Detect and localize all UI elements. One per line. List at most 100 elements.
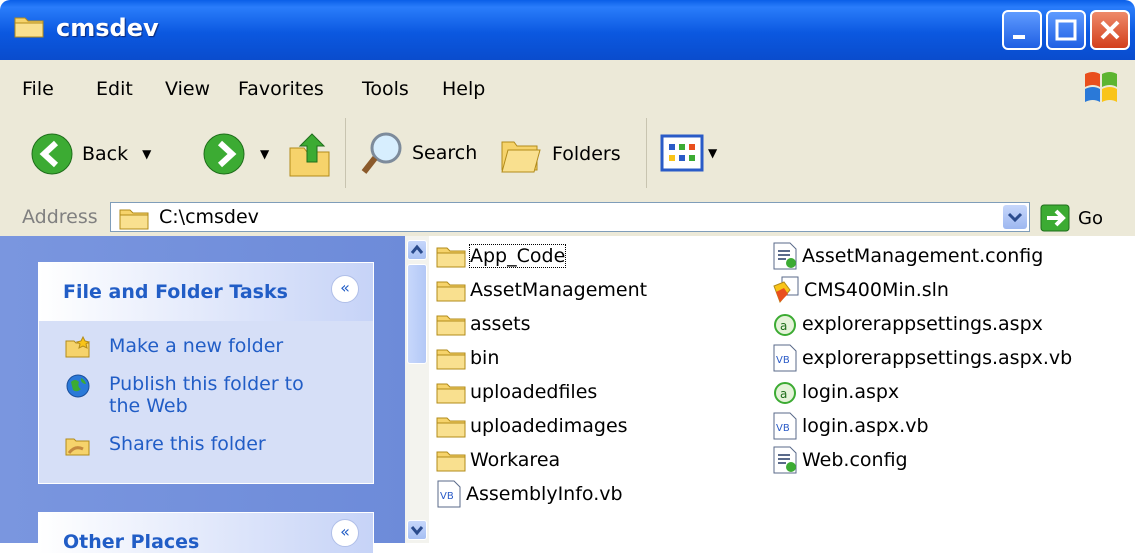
address-path: C:\cmsdev (159, 206, 259, 228)
list-item[interactable]: AssetManagement.config (772, 242, 1043, 270)
file-name: AssemblyInfo.vb (466, 483, 623, 505)
chevron-down-icon (1007, 212, 1023, 223)
task-make-new-folder[interactable]: Make a new folder (65, 335, 283, 359)
menu-bar: File Edit View Favorites Tools Help (0, 60, 1135, 111)
file-name: Workarea (470, 449, 561, 471)
folders-button[interactable]: Folders (498, 132, 621, 176)
panel-header[interactable]: Other Places « (39, 513, 373, 553)
other-places-panel: Other Places « (38, 512, 374, 553)
list-item[interactable]: uploadedimages (436, 412, 628, 440)
menu-edit[interactable]: Edit (96, 78, 133, 100)
folder-icon (119, 209, 149, 230)
svg-text:VB: VB (440, 491, 454, 502)
task-publish-folder[interactable]: Publish this folder to the Web (65, 373, 329, 417)
file-name: App_Code (468, 244, 567, 268)
scroll-thumb[interactable] (407, 264, 427, 364)
address-input[interactable]: C:\cmsdev (110, 202, 1030, 232)
windows-logo-icon (1081, 66, 1121, 106)
globe-icon (66, 374, 90, 398)
panel-title: File and Folder Tasks (63, 281, 288, 303)
up-folder-icon (289, 133, 330, 177)
back-dropdown-icon[interactable]: ▼ (142, 147, 151, 161)
list-item[interactable]: bin (436, 344, 499, 372)
file-name: login.aspx (802, 381, 900, 403)
menu-view[interactable]: View (165, 78, 210, 100)
folders-icon (501, 141, 541, 173)
task-label: Share this folder (109, 433, 266, 455)
list-item[interactable]: Web.config (772, 446, 908, 474)
maximize-button[interactable] (1046, 10, 1086, 50)
folder-icon (436, 417, 466, 438)
aspx-file-icon: a (774, 314, 796, 336)
views-button[interactable]: ▼ (660, 134, 717, 172)
folder-icon (436, 247, 466, 268)
chevron-down-icon (410, 526, 424, 536)
folder-icon (436, 451, 466, 472)
title-bar: cmsdev (0, 0, 1135, 60)
vb-file-icon: VB (773, 344, 797, 372)
panel-title: Other Places (63, 531, 200, 553)
go-arrow-icon (1040, 204, 1070, 232)
folders-label: Folders (552, 143, 621, 165)
minimize-button[interactable] (1002, 10, 1042, 50)
file-name: uploadedfiles (470, 381, 598, 403)
list-item[interactable]: a login.aspx (772, 378, 899, 406)
toolbar: Back ▼ ▼ Search Folders ▼ (0, 110, 1135, 201)
folder-icon (436, 281, 466, 302)
address-bar: Address C:\cmsdev Go (0, 200, 1135, 236)
list-item[interactable]: a explorerappsettings.aspx (772, 310, 1043, 338)
search-label: Search (412, 142, 478, 164)
folder-icon (436, 349, 466, 370)
svg-text:VB: VB (776, 355, 790, 366)
vertical-scrollbar[interactable] (405, 236, 429, 543)
file-name: explorerappsettings.aspx.vb (802, 347, 1073, 369)
list-item[interactable]: VB AssemblyInfo.vb (436, 480, 623, 508)
menu-file[interactable]: File (22, 78, 54, 100)
go-button[interactable]: Go (1040, 204, 1103, 232)
panel-header[interactable]: File and Folder Tasks « (39, 263, 373, 321)
back-button[interactable]: Back ▼ (30, 132, 151, 176)
menu-favorites[interactable]: Favorites (238, 78, 324, 100)
list-item[interactable]: AssetManagement (436, 276, 647, 304)
menu-help[interactable]: Help (442, 78, 485, 100)
list-item[interactable]: VB login.aspx.vb (772, 412, 929, 440)
share-folder-icon (65, 438, 90, 456)
file-name: explorerappsettings.aspx (802, 313, 1043, 335)
collapse-icon[interactable]: « (331, 275, 359, 303)
file-name: bin (470, 347, 500, 369)
list-item[interactable]: assets (436, 310, 530, 338)
close-button[interactable] (1090, 10, 1130, 50)
file-name: AssetManagement (470, 279, 648, 301)
menu-tools[interactable]: Tools (362, 78, 409, 100)
forward-button[interactable]: ▼ (202, 132, 269, 176)
address-dropdown-button[interactable] (1003, 205, 1027, 229)
up-folder-button[interactable] (288, 130, 332, 178)
file-name: CMS400Min.sln (804, 279, 949, 301)
back-label: Back (82, 143, 129, 165)
list-item[interactable]: VB explorerappsettings.aspx.vb (772, 344, 1072, 372)
back-arrow-icon (31, 133, 73, 175)
go-label: Go (1078, 207, 1103, 229)
scroll-down-button[interactable] (407, 520, 427, 540)
chevron-up-icon (410, 244, 424, 254)
window-title: cmsdev (56, 14, 159, 42)
aspx-file-icon: a (774, 382, 796, 404)
file-name: login.aspx.vb (802, 415, 929, 437)
views-dropdown-icon[interactable]: ▼ (708, 146, 717, 160)
list-item[interactable]: Workarea (436, 446, 560, 474)
list-item[interactable]: uploadedfiles (436, 378, 597, 406)
scroll-up-button[interactable] (407, 240, 427, 260)
config-file-icon (773, 242, 797, 270)
task-pane: File and Folder Tasks « Make a new folde… (0, 236, 405, 553)
task-share-folder[interactable]: Share this folder (65, 433, 266, 457)
search-button[interactable]: Search (360, 130, 477, 176)
forward-dropdown-icon[interactable]: ▼ (260, 147, 269, 161)
vb-file-icon: VB (773, 412, 797, 440)
svg-text:VB: VB (776, 423, 790, 434)
list-item[interactable]: CMS400Min.sln (772, 276, 949, 304)
search-icon (361, 132, 402, 174)
list-item[interactable]: App_Code (436, 242, 567, 270)
task-label: Publish this folder to the Web (109, 373, 304, 417)
task-label: Make a new folder (109, 335, 284, 357)
file-list: App_Code AssetManagement assets bin uplo… (430, 236, 1135, 543)
